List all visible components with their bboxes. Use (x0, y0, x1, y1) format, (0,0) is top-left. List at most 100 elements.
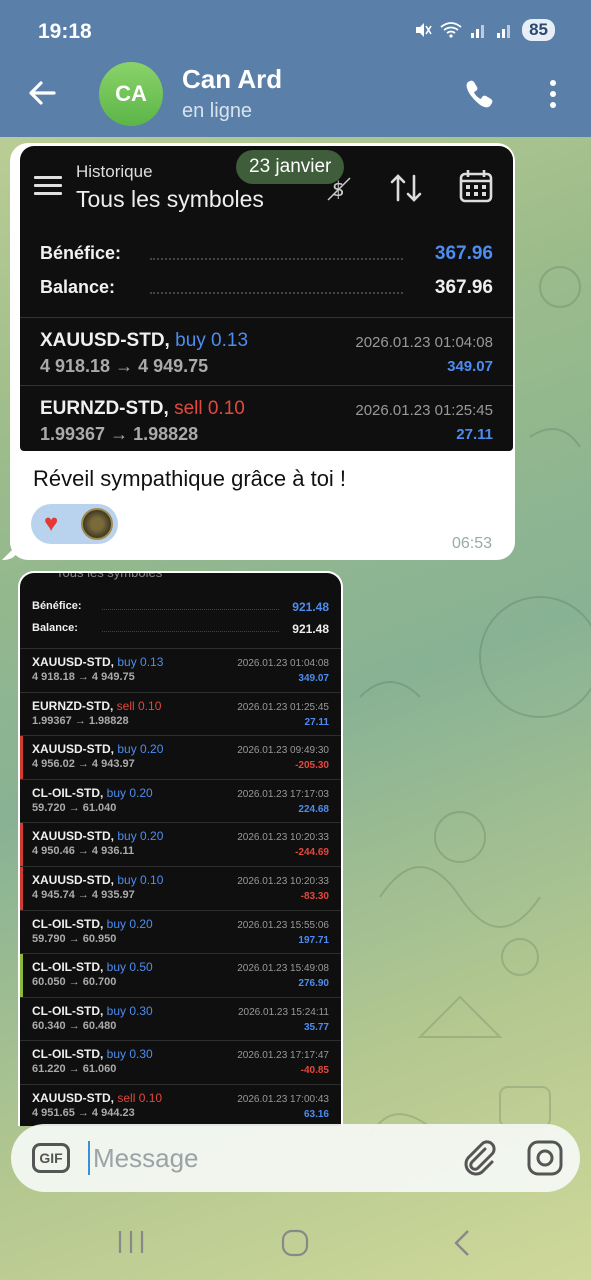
trade-datetime: 2026.01.23 15:49:08 (237, 963, 329, 975)
status-icons: 85 (414, 19, 555, 41)
trade-history-screenshot[interactable]: Historique Tous les symboles $ Bénéfice:… (20, 146, 513, 451)
avatar[interactable]: CA (99, 62, 163, 126)
trade-row: CL-OIL-STD, buy 0.30 60.340 → 60.480 2026.… (20, 996, 341, 1041)
trade-pl: -244.69 (295, 847, 329, 859)
trade-side: buy 0.13 (175, 330, 249, 351)
trade-side: buy 0.13 (117, 655, 164, 669)
trade-symbol: CL-OIL-STD, (32, 1003, 104, 1018)
signal-icon-2 (497, 25, 511, 38)
trade-row: XAUUSD-STD, buy 0.20 4 950.46 → 4 936.11 2… (20, 822, 341, 866)
status-bar: 19:18 85 (0, 0, 591, 60)
battery-level: 85 (522, 19, 555, 41)
trade-prices: 1.99367 → 1.98828 (32, 714, 129, 727)
text-cursor (88, 1141, 90, 1175)
trade-prices: 4 950.46 → 4 936.11 (32, 845, 135, 858)
wifi-icon (440, 22, 462, 38)
trade-prices: 60.340 → 60.480 (32, 1019, 117, 1032)
trade-side: buy 0.30 (106, 1047, 153, 1062)
screenshot-title: Tous les symboles (76, 186, 264, 212)
paperclip-icon[interactable] (459, 1138, 499, 1178)
trade-datetime: 2026.01.23 10:20:33 (237, 832, 329, 844)
screenshot-title-small: Historique (76, 162, 153, 181)
trade-symbol: CL-OIL-STD, (32, 1047, 104, 1062)
message-input[interactable] (93, 1136, 433, 1180)
trade-symbol: CL-OIL-STD, (32, 960, 104, 975)
gif-icon[interactable]: GIF (32, 1143, 70, 1173)
trade-datetime: 2026.01.23 01:25:45 (237, 701, 329, 713)
trade-datetime: 2026.01.23 15:24:11 (237, 1006, 329, 1018)
trade-prices: 4 945.74 → 4 935.97 (32, 889, 135, 901)
trade-history-screenshot-2[interactable]: Tous les symboles Bénéfice: 921.48 Balan… (18, 571, 343, 1126)
trade-status-bar (20, 867, 23, 910)
trade-symbol: EURNZD-STD, (40, 398, 169, 419)
profit-label: Bénéfice: (40, 243, 122, 263)
trade-prices: 4 918.18 → 4 949.75 (32, 671, 135, 683)
trade-row: XAUUSD-STD, buy 0.13 4 918.18 → 4 949.75… (20, 317, 513, 383)
trade-prices: 61.220 → 61.060 (32, 1063, 117, 1076)
trade-prices: 4 956.02 → 4 943.97 (32, 758, 135, 771)
trade-symbol: XAUUSD-STD, (32, 655, 115, 669)
trade-pl: 35.77 (303, 1021, 329, 1033)
trade-prices: 4 918.18 → 4 949.75 (40, 356, 209, 376)
home-icon[interactable] (281, 1229, 309, 1257)
balance-label: Balance: (40, 277, 116, 297)
screenshot-title-cut: Tous les symboles (56, 571, 163, 580)
contact-name[interactable]: Can Ard (182, 64, 282, 95)
trade-status-bar (20, 823, 23, 866)
profit-value: 367.96 (434, 243, 493, 264)
trade-symbol: XAUUSD-STD, (32, 829, 115, 844)
trade-pl: 63.16 (303, 1109, 329, 1120)
trade-prices: 4 951.65 → 4 944.23 (32, 1107, 135, 1119)
trade-side: buy 0.20 (117, 829, 164, 844)
chat-header: 19:18 85 CA Can Ard en ligne (0, 0, 591, 137)
trade-pl: 349.07 (447, 358, 493, 375)
trade-prices: 59.720 → 61.040 (32, 801, 117, 814)
trade-row: CL-OIL-STD, buy 0.20 59.790 → 60.950 2026.… (20, 909, 341, 954)
heart-reaction-icon[interactable]: ♥ (44, 511, 58, 537)
trade-datetime: 2026.01.23 15:55:06 (237, 919, 329, 931)
status-time: 19:18 (38, 20, 92, 43)
trade-datetime: 2026.01.23 01:25:45 (355, 402, 493, 419)
balance-row: Balance: 921.48 (32, 622, 329, 640)
balance-row: Balance: 367.96 (40, 277, 493, 303)
nav-back-icon[interactable] (450, 1229, 474, 1257)
instagram-camera-icon[interactable] (526, 1139, 564, 1177)
avatar-initials: CA (115, 81, 147, 106)
trade-side: buy 0.10 (117, 873, 164, 887)
trade-status-bar (20, 736, 23, 779)
trade-datetime: 2026.01.23 01:04:08 (237, 658, 329, 669)
sort-icon (390, 174, 422, 202)
trade-datetime: 2026.01.23 01:04:08 (355, 334, 493, 351)
mute-icon (416, 23, 432, 37)
trade-pl: 197.71 (298, 934, 329, 946)
trade-pl: 27.11 (456, 426, 493, 443)
recent-apps-icon[interactable] (116, 1229, 146, 1255)
date-chip: 23 janvier (236, 150, 345, 184)
trade-side: buy 0.20 (106, 785, 153, 800)
trade-datetime: 2026.01.23 09:49:30 (237, 745, 329, 757)
trade-status-bar (20, 954, 23, 997)
trade-symbol: XAUUSD-STD, (32, 1091, 115, 1105)
calendar-icon (459, 170, 493, 203)
trade-prices: 59.790 → 60.950 (32, 932, 117, 945)
system-nav-bar (0, 1205, 591, 1280)
reactions[interactable]: ♥ (31, 504, 118, 544)
coin-avatar-icon[interactable] (81, 508, 113, 540)
trade-row: XAUUSD-STD, buy 0.20 4 956.02 → 4 943.97 2… (20, 735, 341, 779)
trade-symbol: CL-OIL-STD, (32, 785, 104, 800)
message-time: 06:53 (452, 535, 493, 552)
trade-datetime: 2026.01.23 17:17:47 (237, 1050, 329, 1062)
contact-status: en ligne (182, 100, 253, 122)
trade-side: buy 0.50 (106, 960, 153, 975)
trade-datetime: 2026.01.23 10:20:33 (237, 876, 329, 887)
trade-side: sell 0.10 (117, 1091, 163, 1105)
trade-symbol: EURNZD-STD, (32, 698, 114, 713)
trade-pl: 276.90 (298, 978, 329, 990)
trade-datetime: 2026.01.23 17:00:43 (237, 1094, 329, 1105)
phone-icon[interactable] (463, 77, 497, 111)
arrow-left-icon[interactable] (26, 76, 60, 110)
more-vert-icon[interactable] (542, 78, 564, 110)
trade-pl: -40.85 (300, 1065, 329, 1077)
trade-side: buy 0.20 (106, 916, 153, 931)
balance-value: 921.48 (292, 622, 329, 636)
